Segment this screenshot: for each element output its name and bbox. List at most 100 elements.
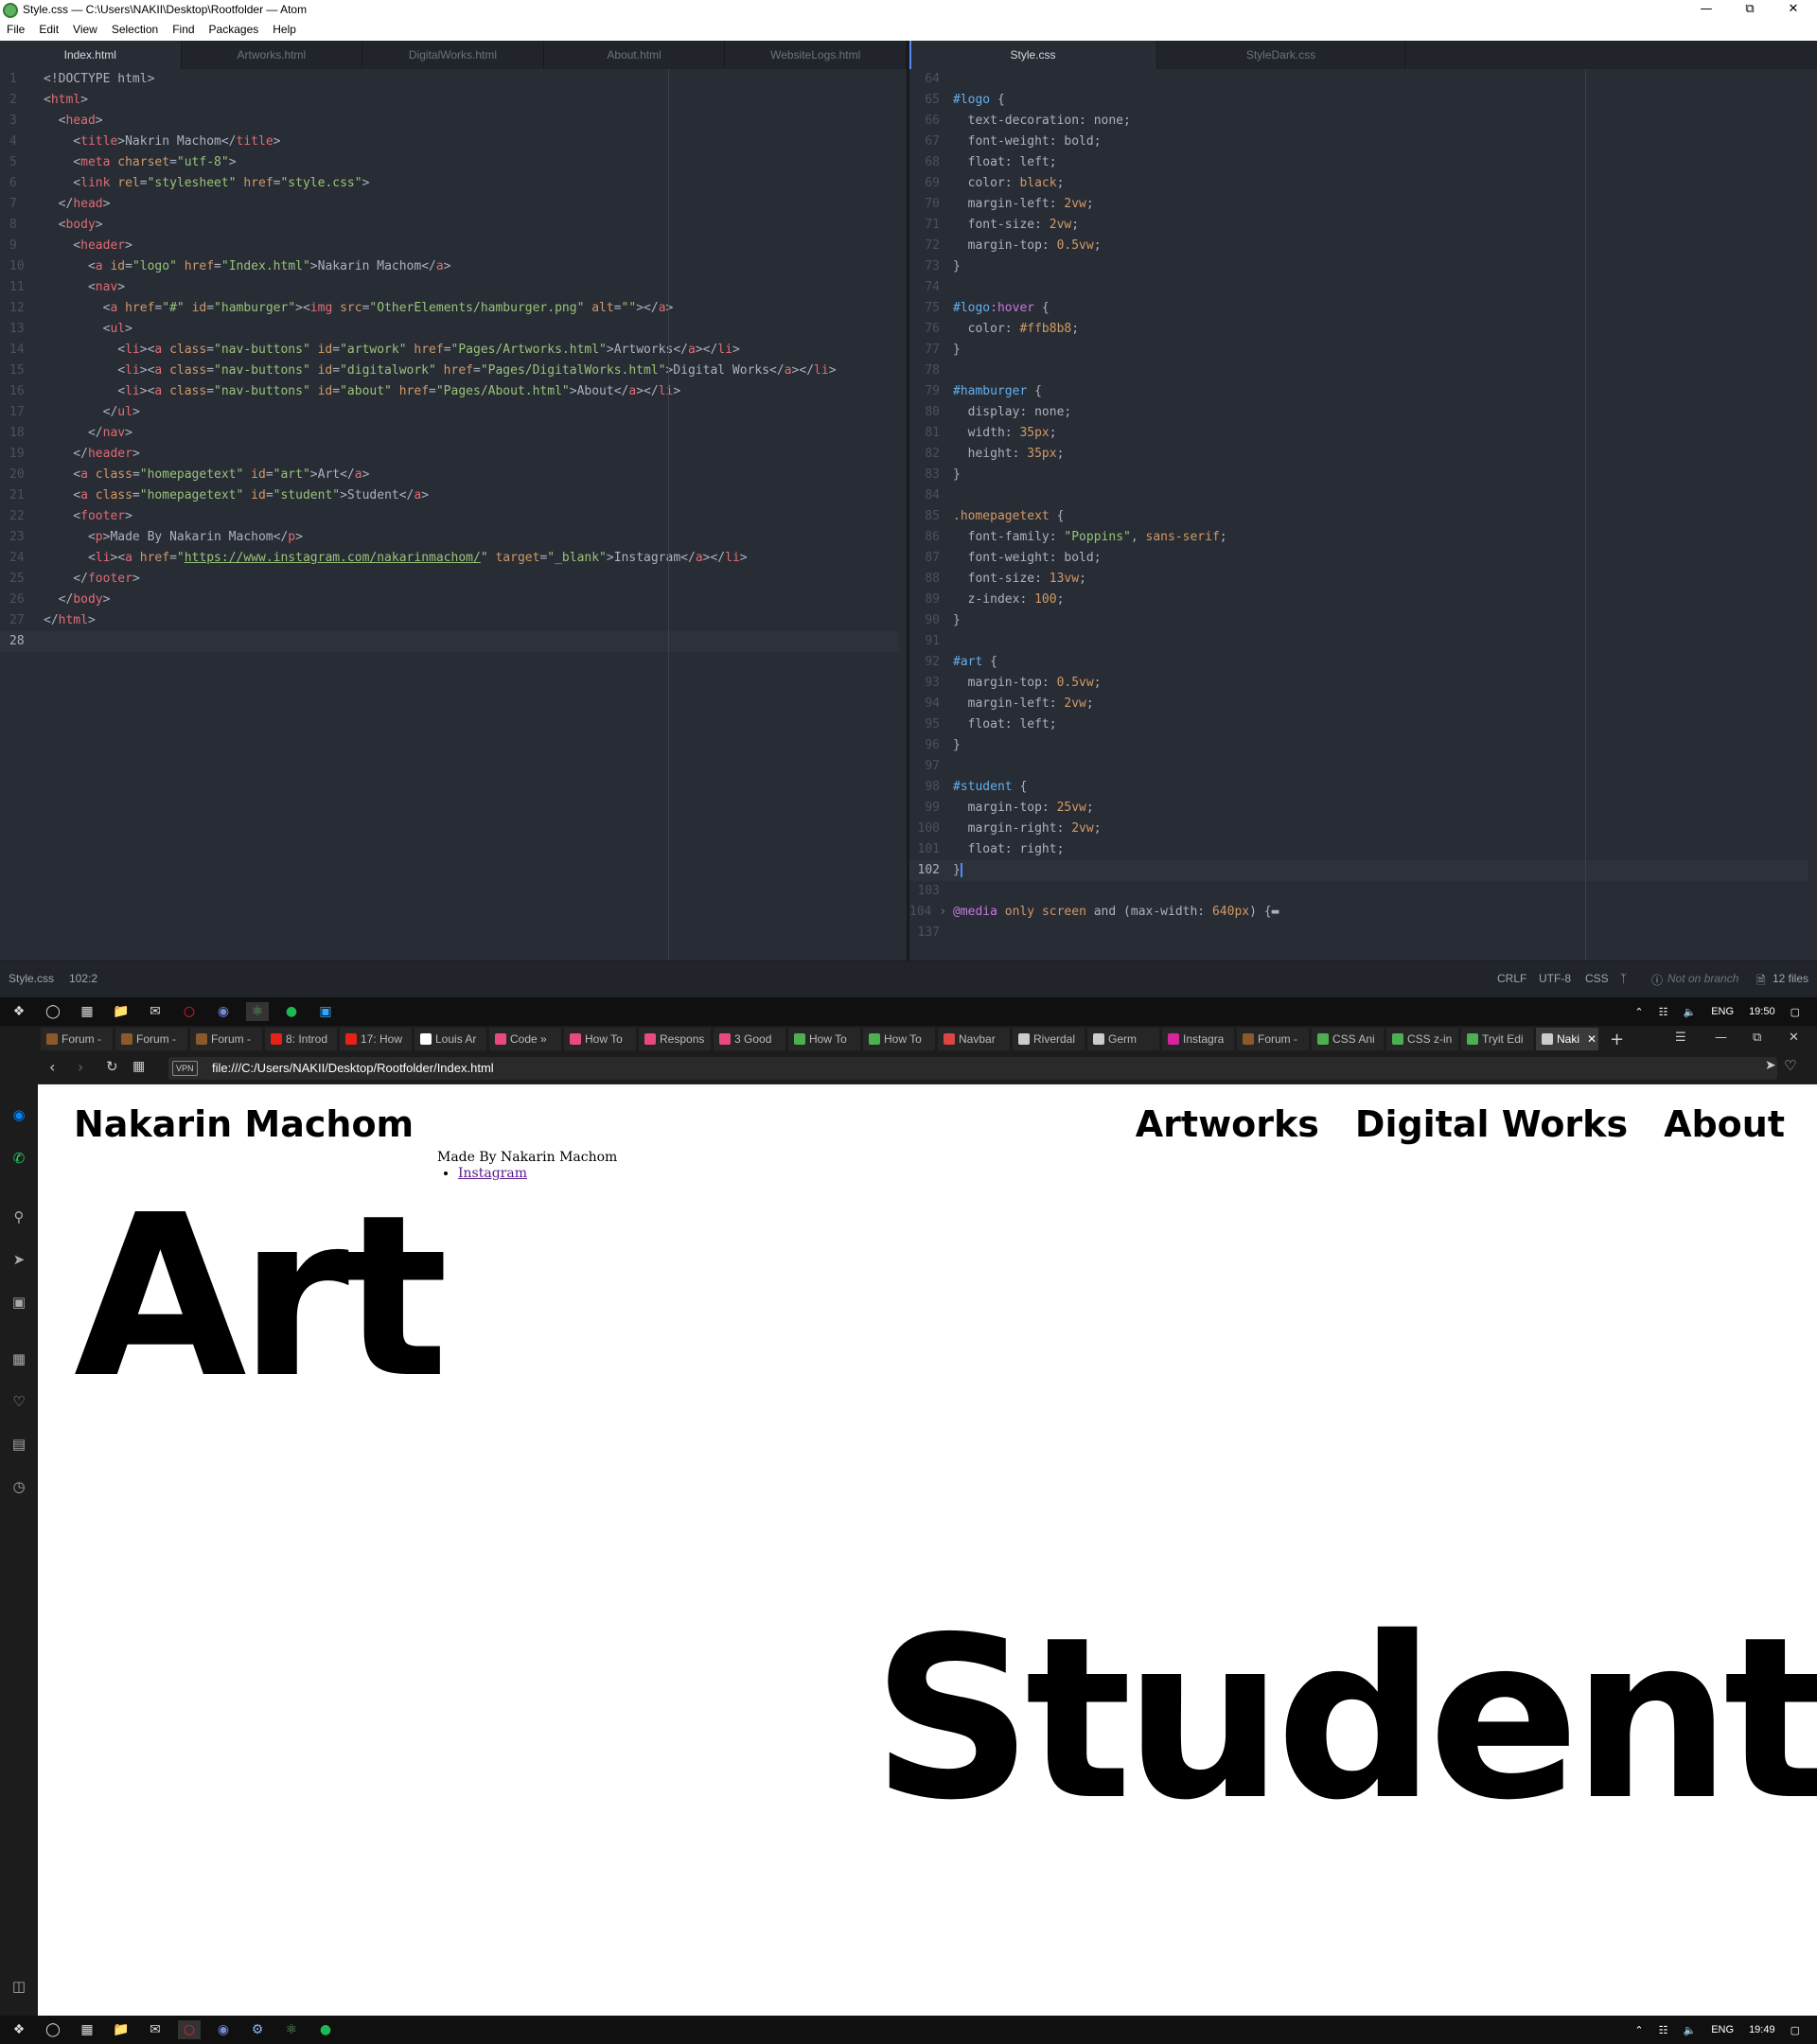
menu-file[interactable]: File [0, 21, 32, 41]
status-files[interactable]: 12 files [1773, 972, 1808, 985]
restore-icon[interactable]: ⧉ [1753, 1031, 1761, 1045]
snapshot-send-icon[interactable]: ➤ [1765, 1058, 1776, 1073]
opera-icon[interactable]: ○ [178, 2020, 201, 2039]
tab-index-html[interactable]: Index.html [0, 41, 182, 69]
browser-tab[interactable]: CSS z-in [1386, 1028, 1458, 1050]
file-explorer-icon[interactable]: 📁 [110, 1002, 132, 1021]
browser-tab[interactable]: Naki ✕ [1536, 1028, 1598, 1050]
menu-selection[interactable]: Selection [105, 21, 166, 41]
tab-websitelogs-html[interactable]: WebsiteLogs.html [725, 41, 907, 69]
student-heading[interactable]: Student [872, 1585, 1817, 1853]
whatsapp-icon[interactable]: ✆ [8, 1147, 30, 1170]
notification-icon[interactable]: ▢ [1791, 1006, 1800, 1018]
chevron-up-icon[interactable]: ⌃ [1634, 2024, 1643, 2036]
volume-icon[interactable]: 🔈 [1684, 1006, 1697, 1018]
send-icon[interactable]: ➤ [8, 1248, 30, 1271]
site-logo-link[interactable]: Nakarin Machom [74, 1103, 414, 1145]
browser-tab[interactable]: Respons [639, 1028, 711, 1050]
menu-edit[interactable]: Edit [32, 21, 66, 41]
browser-tab[interactable]: How To [788, 1028, 860, 1050]
search-circle-icon[interactable]: ◯ [42, 2020, 64, 2039]
status-encoding[interactable]: UTF-8 [1539, 972, 1571, 985]
tab-menu-icon[interactable]: ☰ [1675, 1031, 1686, 1045]
messenger-icon[interactable]: ◉ [8, 1103, 30, 1126]
browser-tab[interactable]: Instagra [1162, 1028, 1234, 1050]
vpn-badge[interactable]: VPN [172, 1061, 198, 1076]
language-indicator[interactable]: ENG [1711, 2024, 1734, 2035]
browser-tab[interactable]: Forum - [115, 1028, 187, 1050]
spotify-icon[interactable]: ● [314, 2020, 337, 2039]
nav-artworks-link[interactable]: Artworks [1136, 1103, 1319, 1145]
atom-icon[interactable]: ⚛ [246, 1002, 269, 1021]
photoshop-icon[interactable]: ▣ [314, 1002, 337, 1021]
editor-style-css[interactable]: 63} 64 65#logo { 66 text-decoration: non… [909, 69, 1817, 960]
url-field[interactable]: VPN file:///C:/Users/NAKII/Desktop/Rootf… [168, 1057, 1777, 1080]
tab-digitalworks-html[interactable]: DigitalWorks.html [362, 41, 544, 69]
browser-tab[interactable]: 17: How [340, 1028, 412, 1050]
browser-tab[interactable]: Navbar [938, 1028, 1010, 1050]
close-icon[interactable]: ✕ [1789, 1031, 1799, 1045]
tab-artworks-html[interactable]: Artworks.html [182, 41, 363, 69]
network-icon[interactable]: ☷ [1659, 1006, 1668, 1018]
editor-index-html[interactable]: 1 <!DOCTYPE html> 2 <html> 3 <head> 4 <tit… [0, 69, 907, 960]
status-cursor[interactable]: 102:2 [69, 972, 97, 985]
new-tab-icon[interactable]: + [1610, 1030, 1629, 1049]
art-heading[interactable]: Art [74, 1163, 449, 1431]
tabs-grid-icon[interactable]: ▦ [132, 1059, 145, 1074]
menu-help[interactable]: Help [266, 21, 304, 41]
file-explorer-icon[interactable]: 📁 [110, 2020, 132, 2039]
menu-packages[interactable]: Packages [203, 21, 267, 41]
browser-tab[interactable]: 8: Introd [265, 1028, 337, 1050]
task-view-icon[interactable]: ▦ [76, 2020, 98, 2039]
menu-find[interactable]: Find [166, 21, 202, 41]
bookmark-heart-icon[interactable]: ♡ [1784, 1057, 1796, 1074]
menu-view[interactable]: View [66, 21, 105, 41]
browser-tab[interactable]: Louis Ar [415, 1028, 486, 1050]
spotify-icon[interactable]: ● [280, 1002, 303, 1021]
news-icon[interactable]: ▤ [8, 1433, 30, 1455]
minimize-icon[interactable]: — [1685, 0, 1728, 21]
camera-icon[interactable]: ▣ [8, 1291, 30, 1313]
notification-icon[interactable]: ▢ [1791, 2024, 1800, 2036]
mail-icon[interactable]: ✉ [144, 2020, 167, 2039]
close-icon[interactable]: ✕ [1772, 0, 1815, 21]
minimize-icon[interactable]: — [1715, 1031, 1727, 1045]
browser-tab[interactable]: CSS Ani [1312, 1028, 1384, 1050]
tab-style-css[interactable]: Style.css [909, 41, 1157, 69]
browser-tab[interactable]: How To [564, 1028, 636, 1050]
browser-tab[interactable]: How To [863, 1028, 935, 1050]
language-indicator[interactable]: ENG [1711, 1006, 1734, 1017]
discord-icon[interactable]: ◉ [212, 2020, 235, 2039]
steam-icon[interactable]: ⚙ [246, 2020, 269, 2039]
browser-tab[interactable]: Riverdal [1013, 1028, 1085, 1050]
browser-tab[interactable]: Germ [1087, 1028, 1159, 1050]
browser-tab[interactable]: Forum - [190, 1028, 262, 1050]
history-icon[interactable]: ◷ [8, 1475, 30, 1498]
task-view-icon[interactable]: ▦ [76, 1002, 98, 1021]
clock[interactable]: 19:50 [1749, 1006, 1775, 1017]
atom-icon[interactable]: ⚛ [280, 2020, 303, 2039]
status-line-ending[interactable]: CRLF [1497, 972, 1526, 985]
nav-digital-works-link[interactable]: Digital Works [1355, 1103, 1628, 1145]
status-grammar[interactable]: CSS [1585, 972, 1609, 985]
browser-tab[interactable]: 3 Good [714, 1028, 785, 1050]
reload-icon[interactable]: ↻ [106, 1058, 118, 1075]
discord-icon[interactable]: ◉ [212, 1002, 235, 1021]
close-tab-icon[interactable]: ✕ [1587, 1028, 1596, 1050]
status-git[interactable]: Not on branch [1667, 972, 1738, 985]
back-icon[interactable]: ‹ [49, 1058, 55, 1076]
search-circle-icon[interactable]: ◯ [42, 1002, 64, 1021]
browser-tab[interactable]: Forum - [41, 1028, 113, 1050]
sidebar-toggle-icon[interactable]: ◫ [8, 1975, 30, 1998]
browser-tab[interactable]: Forum - [1237, 1028, 1309, 1050]
heart-icon[interactable]: ♡ [8, 1390, 30, 1413]
browser-tab[interactable]: Code » [489, 1028, 561, 1050]
instagram-link[interactable]: Instagram [458, 1166, 527, 1181]
search-icon[interactable]: ⚲ [8, 1206, 30, 1228]
browser-tab[interactable]: Tryit Edi [1461, 1028, 1533, 1050]
clock[interactable]: 19:49 [1749, 2024, 1775, 2035]
volume-icon[interactable]: 🔈 [1684, 2024, 1697, 2036]
status-file[interactable]: Style.css [9, 972, 54, 985]
network-icon[interactable]: ☷ [1659, 2024, 1668, 2036]
tab-about-html[interactable]: About.html [544, 41, 726, 69]
